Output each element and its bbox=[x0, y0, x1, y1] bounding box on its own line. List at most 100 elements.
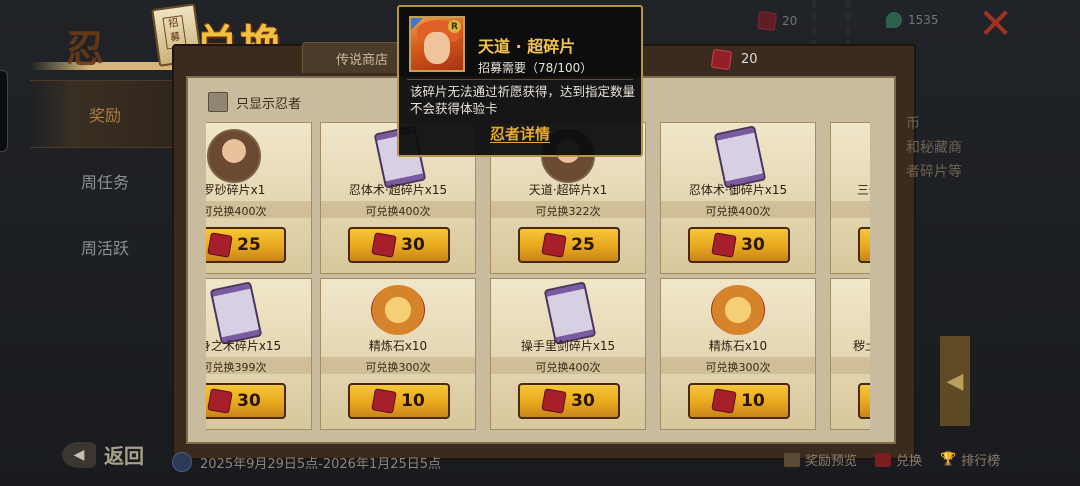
tooltip-title: 天道 · 超碎片 bbox=[478, 37, 576, 56]
recruit-requirement: 招募需要（78/100） bbox=[478, 59, 592, 76]
nav-item-label: 周任务 bbox=[80, 173, 129, 192]
price: 30 bbox=[741, 235, 765, 255]
close-icon[interactable]: ✕ bbox=[978, 3, 1013, 45]
item-grid[interactable]: 罗砂碎片x1 可兑换400次 25 忍体术·超碎片x15 可兑换400次 30 … bbox=[206, 118, 870, 434]
shop-item-card[interactable]: 精炼石x10 可兑换300次 10 bbox=[320, 278, 476, 430]
info-line: 币 bbox=[906, 116, 920, 132]
price: 30 bbox=[571, 391, 595, 411]
top-jade-counter: 1535 bbox=[886, 12, 939, 28]
buy-button[interactable] bbox=[858, 383, 870, 419]
shop-item-card[interactable]: 操手里剑碎片x15 可兑换400次 30 bbox=[490, 278, 646, 430]
nav-item-weekly-tasks[interactable]: 周任务 bbox=[30, 148, 180, 214]
collapse-arrow-icon[interactable]: ◀ bbox=[940, 336, 970, 426]
nav-item-label: 周活跃 bbox=[80, 239, 129, 258]
gem-icon bbox=[710, 48, 733, 71]
shop-currency: 20 bbox=[710, 48, 758, 71]
buy-button[interactable]: 30 bbox=[206, 383, 286, 419]
title-prefix: 忍 bbox=[66, 26, 105, 71]
filter-checkbox[interactable] bbox=[208, 92, 228, 112]
link-label: 奖励预览 bbox=[805, 454, 858, 469]
gift-icon bbox=[784, 452, 800, 467]
item-name: 罗砂碎片x1 bbox=[206, 183, 266, 197]
buy-button[interactable]: 25 bbox=[518, 227, 620, 263]
buy-button[interactable]: 10 bbox=[348, 383, 450, 419]
gem-icon bbox=[711, 232, 737, 258]
shop-item-card[interactable]: 替身之术碎片x15 可兑换399次 30 bbox=[206, 278, 312, 430]
item-limit: 可兑换400次 bbox=[206, 205, 267, 218]
gem-icon bbox=[371, 388, 397, 414]
buy-button[interactable]: 10 bbox=[688, 383, 790, 419]
event-info-strip: 币 和秘藏商 者碎片等 bbox=[906, 112, 1002, 184]
item-name: 秽土 bbox=[853, 339, 870, 353]
globe-icon bbox=[172, 452, 192, 472]
item-name: 忍体术·超碎片x15 bbox=[348, 183, 448, 197]
gem-icon bbox=[207, 232, 233, 258]
info-line: 者碎片等 bbox=[906, 164, 962, 180]
price: 30 bbox=[237, 391, 261, 411]
nav-item-weekly-activity[interactable]: 周活跃 bbox=[30, 214, 180, 280]
shop-item-card[interactable]: 罗砂碎片x1 可兑换400次 25 bbox=[206, 122, 312, 274]
leaderboard-link[interactable]: 🏆 排行榜 bbox=[940, 450, 1000, 469]
shop-item-card[interactable]: 忍体术·御碎片x15 可兑换400次 30 bbox=[660, 122, 816, 274]
buy-button[interactable]: 30 bbox=[688, 227, 790, 263]
scroll-item-icon bbox=[207, 281, 263, 345]
divider bbox=[407, 79, 633, 80]
item-limit: 可兑换322次 bbox=[535, 205, 601, 218]
item-name: 三代 bbox=[857, 183, 870, 197]
nav-item-rewards[interactable]: 奖励 bbox=[30, 80, 180, 148]
top-gem-counter: 20 bbox=[756, 10, 797, 32]
item-limit: 可兑换400次 bbox=[705, 205, 771, 218]
price: 30 bbox=[401, 235, 425, 255]
gem-icon bbox=[541, 232, 567, 258]
gem-icon bbox=[371, 232, 397, 258]
item-limit: 可兑换400次 bbox=[535, 361, 601, 374]
recruit-label: 招募需要 bbox=[478, 61, 527, 75]
price: 25 bbox=[237, 235, 261, 255]
gem-icon bbox=[756, 10, 778, 32]
item-name: 忍体术·御碎片x15 bbox=[688, 183, 788, 197]
item-name: 天道·超碎片x1 bbox=[528, 183, 608, 197]
recruit-progress: （78/100） bbox=[526, 61, 593, 75]
item-limit: 可兑换300次 bbox=[705, 361, 771, 374]
left-nav: 奖励 周任务 周活跃 bbox=[30, 80, 180, 280]
scroll-item-icon bbox=[541, 281, 597, 345]
item-tooltip: R 天道 · 超碎片 招募需要（78/100） 该碎片无法通过祈愿获得，达到指定… bbox=[397, 5, 643, 157]
item-name: 精炼石x10 bbox=[708, 339, 768, 353]
event-dates: 2025年9月29日5点-2026年1月25日5点 bbox=[172, 452, 441, 472]
ninja-details-link[interactable]: 忍者详情 bbox=[399, 123, 641, 144]
chain-decoration bbox=[812, 0, 850, 48]
buy-button[interactable]: 30 bbox=[348, 227, 450, 263]
shop-item-card[interactable]: 秽土 bbox=[830, 278, 870, 430]
item-limit: 可兑换400次 bbox=[365, 205, 431, 218]
shop-item-card[interactable]: 三代 bbox=[830, 122, 870, 274]
side-drawer-handle[interactable] bbox=[0, 70, 8, 152]
date-range: 2025年9月29日5点-2026年1月25日5点 bbox=[200, 456, 442, 472]
reward-preview-link[interactable]: 奖励预览 bbox=[784, 450, 857, 469]
buy-button[interactable]: 25 bbox=[206, 227, 286, 263]
item-limit: 可兑换399次 bbox=[206, 361, 267, 374]
jade-icon bbox=[886, 12, 902, 28]
price: 10 bbox=[741, 391, 765, 411]
exchange-link[interactable]: 兑换 bbox=[875, 450, 922, 469]
back-arrow-icon: ◀ bbox=[62, 441, 96, 468]
gem-icon bbox=[711, 388, 737, 414]
back-button[interactable]: ◀ 返回 bbox=[62, 440, 144, 469]
ninja-only-filter[interactable]: 只显示忍者 bbox=[208, 92, 301, 112]
filter-label: 只显示忍者 bbox=[236, 96, 302, 112]
buy-button[interactable] bbox=[858, 227, 870, 263]
limit-bar bbox=[831, 357, 870, 374]
info-line: 和秘藏商 bbox=[906, 140, 962, 156]
link-label: 排行榜 bbox=[961, 454, 1001, 469]
limit-bar bbox=[831, 201, 870, 218]
shop-item-card[interactable]: 精炼石x10 可兑换300次 10 bbox=[660, 278, 816, 430]
ninja-portrait-icon bbox=[207, 129, 261, 183]
refine-stone-icon bbox=[711, 285, 765, 339]
buy-button[interactable]: 30 bbox=[518, 383, 620, 419]
ninja-portrait-icon: R bbox=[409, 16, 465, 72]
item-limit: 可兑换300次 bbox=[365, 361, 431, 374]
footer-links: 奖励预览 兑换 🏆 排行榜 bbox=[784, 450, 1000, 469]
shop-currency-value: 20 bbox=[741, 52, 758, 67]
price: 10 bbox=[401, 391, 425, 411]
trophy-icon: 🏆 bbox=[940, 452, 957, 467]
item-name: 精炼石x10 bbox=[368, 339, 428, 353]
